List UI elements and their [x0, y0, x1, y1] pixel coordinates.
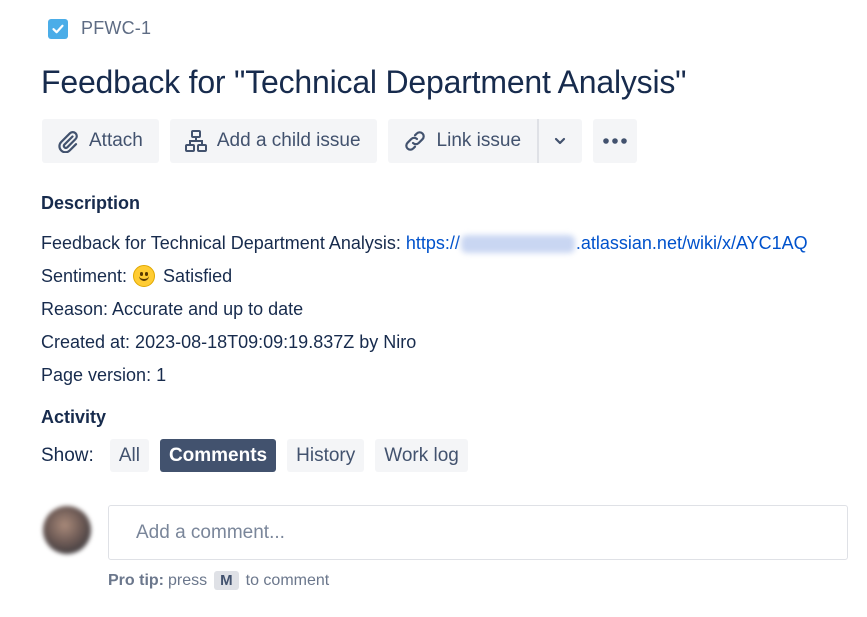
description-line-sentiment: Sentiment: Satisfied — [41, 259, 808, 292]
issue-title[interactable]: Feedback for "Technical Department Analy… — [41, 64, 687, 101]
feedback-prefix: Feedback for Technical Department Analys… — [41, 232, 406, 253]
link-issue-dropdown-button[interactable] — [539, 119, 583, 163]
link-issue-button[interactable]: Link issue — [387, 119, 538, 163]
activity-heading: Activity — [41, 407, 107, 427]
filter-history[interactable]: History — [287, 439, 365, 472]
avatar — [43, 506, 91, 554]
redacted-text — [460, 234, 575, 253]
issue-toolbar: Attach Add a child issue Link issue — [42, 119, 638, 163]
comment-input[interactable]: Add a comment... — [108, 505, 848, 560]
add-child-issue-label: Add a child issue — [216, 130, 361, 151]
link-issue-group: Link issue — [387, 119, 583, 163]
more-actions-button[interactable] — [593, 119, 638, 163]
link-end: .atlassian.net/wiki/x/AYC1AQ — [575, 232, 808, 253]
pro-tip-press: press — [168, 571, 208, 589]
activity-filter-bar: Show: All Comments History Work log — [41, 439, 468, 472]
link-start: https:// — [405, 232, 460, 253]
smiley-emoji-icon — [133, 264, 156, 287]
checkbox-icon — [48, 18, 68, 39]
pro-tip-suffix: to comment — [245, 571, 330, 589]
pro-tip-label: Pro tip: — [108, 571, 164, 589]
filter-all[interactable]: All — [109, 439, 149, 472]
description-line-reason: Reason: Accurate and up to date — [41, 298, 304, 319]
chevron-down-icon — [552, 133, 568, 149]
pro-tip: Pro tip: press M to comment — [108, 571, 329, 590]
issue-key[interactable]: PFWC-1 — [81, 18, 151, 39]
issue-key-breadcrumb[interactable]: PFWC-1 — [48, 18, 151, 39]
keyboard-shortcut-key: M — [214, 571, 239, 590]
more-icon — [602, 137, 628, 145]
link-issue-label: Link issue — [436, 130, 522, 151]
description-line-created: Created at: 2023-08-18T09:09:19.837Z by … — [41, 331, 417, 352]
confluence-link[interactable]: https:// .atlassian.net/wiki/x/AYC1AQ — [406, 230, 808, 256]
filter-comments[interactable]: Comments — [159, 439, 277, 472]
add-child-issue-button[interactable]: Add a child issue — [169, 119, 377, 163]
attach-label: Attach — [89, 130, 143, 151]
description-body[interactable]: Feedback for Technical Department Analys… — [41, 226, 808, 391]
filter-work-log[interactable]: Work log — [375, 439, 468, 472]
hierarchy-icon — [184, 129, 208, 153]
sentiment-value: Satisfied — [163, 265, 233, 286]
description-line-page-version: Page version: 1 — [41, 364, 167, 385]
sentiment-label: Sentiment: — [41, 265, 128, 286]
paperclip-icon — [56, 129, 80, 153]
link-icon — [402, 129, 428, 153]
show-label: Show: — [41, 444, 94, 466]
attach-button[interactable]: Attach — [42, 119, 159, 163]
description-heading: Description — [41, 193, 141, 213]
description-line-feedback: Feedback for Technical Department Analys… — [41, 226, 808, 259]
